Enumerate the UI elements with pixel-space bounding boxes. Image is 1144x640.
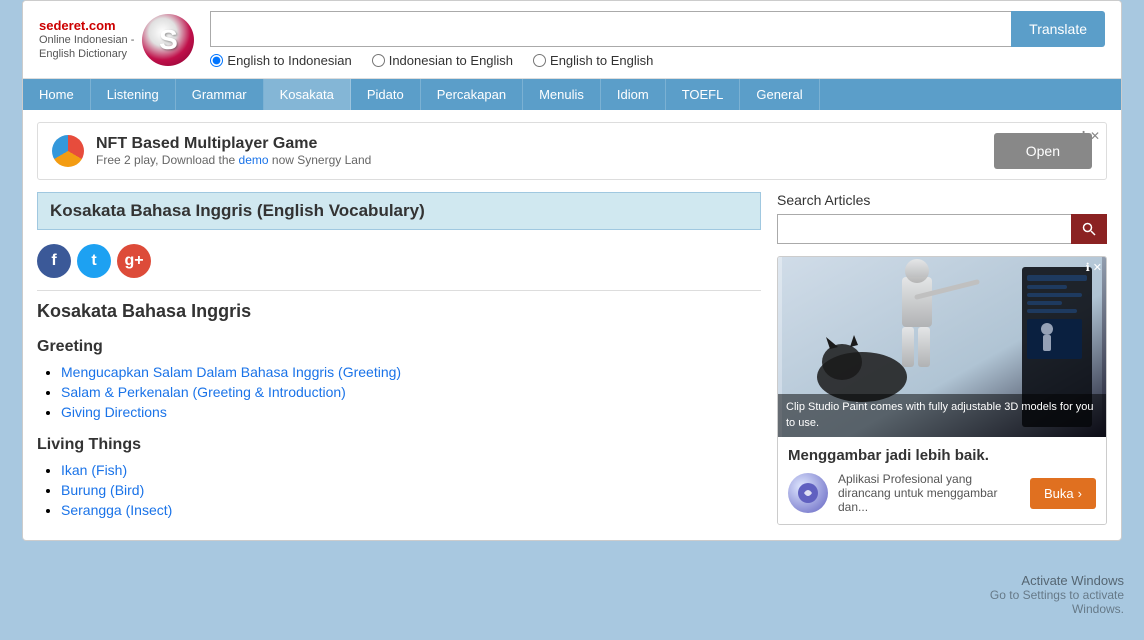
greeting-link-2[interactable]: Salam & Perkenalan (Greeting & Introduct… xyxy=(61,384,346,400)
windows-activate-watermark: Activate Windows Go to Settings to activ… xyxy=(990,573,1124,616)
list-item: Burung (Bird) xyxy=(61,482,761,498)
greeting-link-list: Mengucapkan Salam Dalam Bahasa Inggris (… xyxy=(37,364,761,420)
sidebar-ad-title: Menggambar jadi lebih baik. xyxy=(788,447,1096,464)
list-item: Salam & Perkenalan (Greeting & Introduct… xyxy=(61,384,761,400)
ad-controls: ℹ ✕ xyxy=(1081,129,1100,143)
list-item: Ikan (Fish) xyxy=(61,462,761,478)
list-item: Giving Directions xyxy=(61,404,761,420)
nav-listening[interactable]: Listening xyxy=(91,79,176,110)
nav-percakapan[interactable]: Percakapan xyxy=(421,79,523,110)
search-articles-label: Search Articles xyxy=(777,192,1107,208)
radio-row: English to Indonesian Indonesian to Engl… xyxy=(210,53,1105,68)
sidebar-ad-buka-button[interactable]: Buka › xyxy=(1030,478,1096,509)
sidebar-ad-info-icon[interactable]: ℹ xyxy=(1086,261,1090,274)
nav-menulis[interactable]: Menulis xyxy=(523,79,601,110)
radio-eng-to-id-label: English to Indonesian xyxy=(227,53,351,68)
header: sederet.com Online Indonesian -English D… xyxy=(23,1,1121,79)
activate-line1: Activate Windows xyxy=(990,573,1124,588)
buka-label: Buka xyxy=(1044,486,1074,501)
category-living-title: Living Things xyxy=(37,436,761,454)
sidebar-ad-image: ℹ ✕ xyxy=(778,257,1106,437)
translate-button[interactable]: Translate xyxy=(1011,11,1105,47)
content-area: Kosakata Bahasa Inggris (English Vocabul… xyxy=(37,192,777,526)
nav-general[interactable]: General xyxy=(740,79,819,110)
search-area: Translate English to Indonesian Indonesi… xyxy=(210,11,1105,68)
search-icon xyxy=(1082,222,1096,236)
search-articles-button[interactable] xyxy=(1071,214,1107,244)
greeting-link-3[interactable]: Giving Directions xyxy=(61,404,167,420)
sidebar-ad-row: Aplikasi Profesional yang dirancang untu… xyxy=(788,472,1096,514)
radio-id-to-eng-label: Indonesian to English xyxy=(389,53,513,68)
ad-title: NFT Based Multiplayer Game xyxy=(96,135,371,153)
activate-line2: Go to Settings to activate xyxy=(990,588,1124,602)
search-row: Translate xyxy=(210,11,1105,47)
social-icons: f t g+ xyxy=(37,244,761,278)
ad-info-icon[interactable]: ℹ xyxy=(1081,129,1086,143)
app-logo-icon xyxy=(796,481,820,505)
living-things-link-list: Ikan (Fish) Burung (Bird) Serangga (Inse… xyxy=(37,462,761,518)
activate-line3: Windows. xyxy=(990,602,1124,616)
facebook-share-button[interactable]: f xyxy=(37,244,71,278)
ad-logo-icon xyxy=(52,135,84,167)
nav-pidato[interactable]: Pidato xyxy=(351,79,421,110)
logo-area: sederet.com Online Indonesian -English D… xyxy=(39,14,194,66)
search-articles-row xyxy=(777,214,1107,244)
radio-eng-to-id[interactable]: English to Indonesian xyxy=(210,53,351,68)
ad-demo-link[interactable]: demo xyxy=(239,153,269,167)
search-input[interactable] xyxy=(210,11,1011,47)
buka-arrow: › xyxy=(1078,486,1082,501)
twitter-share-button[interactable]: t xyxy=(77,244,111,278)
category-greeting-title: Greeting xyxy=(37,338,761,356)
radio-eng-to-eng-label: English to English xyxy=(550,53,653,68)
ad-left: NFT Based Multiplayer Game Free 2 play, … xyxy=(52,135,371,167)
greeting-link-1[interactable]: Mengucapkan Salam Dalam Bahasa Inggris (… xyxy=(61,364,401,380)
ad-banner: ℹ ✕ NFT Based Multiplayer Game Free 2 pl… xyxy=(37,122,1107,180)
divider xyxy=(37,290,761,291)
sidebar-ad-controls: ℹ ✕ xyxy=(1086,261,1102,274)
list-item: Mengucapkan Salam Dalam Bahasa Inggris (… xyxy=(61,364,761,380)
sidebar-ad-logo-icon xyxy=(788,473,828,513)
radio-id-to-eng[interactable]: Indonesian to English xyxy=(372,53,513,68)
ad-subtitle: Free 2 play, Download the demo now Syner… xyxy=(96,153,371,167)
main-section-title: Kosakata Bahasa Inggris xyxy=(37,301,761,322)
sidebar-ad-text-overlay: Clip Studio Paint comes with fully adjus… xyxy=(778,394,1106,437)
site-logo-icon: S xyxy=(142,14,194,66)
sidebar-ad-bottom: Menggambar jadi lebih baik. Aplikasi Pro… xyxy=(778,437,1106,524)
nav-home[interactable]: Home xyxy=(23,79,91,110)
sidebar-ad: ℹ ✕ xyxy=(777,256,1107,525)
nav-bar: Home Listening Grammar Kosakata Pidato P… xyxy=(23,79,1121,110)
main-layout: Kosakata Bahasa Inggris (English Vocabul… xyxy=(23,192,1121,540)
sidebar-ad-desc: Aplikasi Profesional yang dirancang untu… xyxy=(838,472,1020,514)
nav-grammar[interactable]: Grammar xyxy=(176,79,264,110)
sidebar-ad-close-icon[interactable]: ✕ xyxy=(1093,261,1102,274)
googleplus-share-button[interactable]: g+ xyxy=(117,244,151,278)
list-item: Serangga (Insect) xyxy=(61,502,761,518)
site-tagline: Online Indonesian -English Dictionary xyxy=(39,33,134,62)
ad-open-button[interactable]: Open xyxy=(994,133,1092,169)
page-wrapper: sederet.com Online Indonesian -English D… xyxy=(22,0,1122,541)
search-articles-input[interactable] xyxy=(777,214,1071,244)
living-link-1[interactable]: Ikan (Fish) xyxy=(61,462,127,478)
logo-text-group: sederet.com Online Indonesian -English D… xyxy=(39,18,134,62)
site-name: sederet.com xyxy=(39,18,134,33)
ad-text: NFT Based Multiplayer Game Free 2 play, … xyxy=(96,135,371,167)
living-link-3[interactable]: Serangga (Insect) xyxy=(61,502,172,518)
sidebar: Search Articles ℹ ✕ xyxy=(777,192,1107,526)
radio-eng-to-eng[interactable]: English to English xyxy=(533,53,653,68)
living-link-2[interactable]: Burung (Bird) xyxy=(61,482,144,498)
ad-close-icon[interactable]: ✕ xyxy=(1090,129,1100,143)
nav-toefl[interactable]: TOEFL xyxy=(666,79,741,110)
page-title: Kosakata Bahasa Inggris (English Vocabul… xyxy=(37,192,761,230)
nav-idiom[interactable]: Idiom xyxy=(601,79,666,110)
nav-kosakata[interactable]: Kosakata xyxy=(264,79,351,110)
